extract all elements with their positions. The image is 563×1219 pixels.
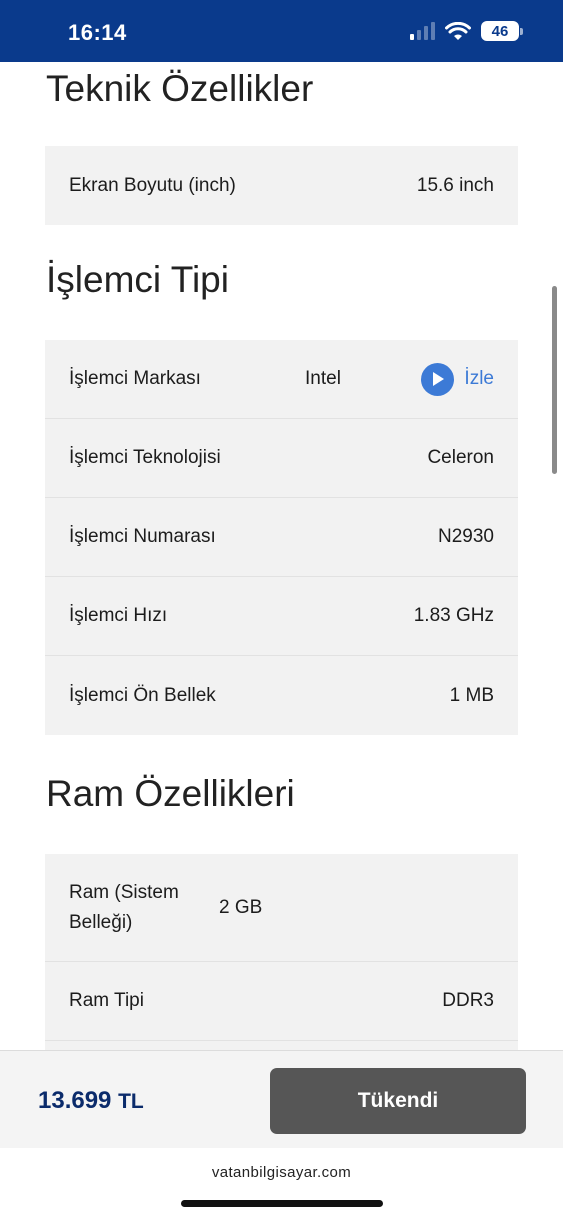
- section-title-ram: Ram Özellikleri: [46, 773, 295, 814]
- battery-icon: 46: [481, 21, 523, 41]
- spec-value: Celeron: [427, 447, 494, 468]
- wifi-icon: [445, 21, 471, 40]
- spec-value: Intel: [305, 368, 341, 389]
- spec-row: Ekran Boyutu (inch) 15.6 inch: [45, 146, 518, 225]
- status-bar: 16:14 46: [0, 0, 563, 62]
- spec-label: İşlemci Teknolojisi: [69, 447, 221, 468]
- spec-row: Ram (Sistem Belleği) 2 GB: [45, 854, 518, 962]
- spec-value: DDR3: [442, 990, 494, 1011]
- purchase-bar: 13.699 TL Tükendi: [0, 1050, 563, 1148]
- play-icon: [421, 362, 455, 396]
- spec-value: N2930: [438, 526, 494, 547]
- section-title-teknik: Teknik Özellikler: [46, 68, 314, 109]
- spec-table-teknik: Ekran Boyutu (inch) 15.6 inch: [45, 146, 518, 225]
- spec-table-islemci: İşlemci Markası Intel İzle İşlemci Tekno…: [45, 340, 518, 735]
- spec-label: İşlemci Ön Bellek: [69, 684, 216, 706]
- scrollbar[interactable]: [552, 286, 557, 474]
- section-title-islemci: İşlemci Tipi: [46, 259, 229, 300]
- spec-value: 1 MB: [449, 684, 494, 706]
- spec-row: İşlemci Ön Bellek 1 MB: [45, 656, 518, 735]
- status-icons: 46: [410, 21, 523, 41]
- status-time: 16:14: [68, 20, 127, 45]
- home-indicator[interactable]: [181, 1200, 383, 1207]
- spec-value: 1.83 GHz: [413, 605, 494, 626]
- price-amount: 13.699: [38, 1087, 112, 1114]
- cellular-signal-icon: [410, 22, 435, 40]
- out-of-stock-button[interactable]: Tükendi: [270, 1068, 526, 1134]
- spec-label: İşlemci Numarası: [69, 526, 216, 547]
- spec-row: İşlemci Teknolojisi Celeron: [45, 419, 518, 498]
- spec-label: Ram Tipi: [69, 990, 144, 1011]
- spec-value: 15.6 inch: [416, 174, 494, 196]
- spec-row: İşlemci Hızı 1.83 GHz: [45, 577, 518, 656]
- spec-label: Ekran Boyutu (inch): [69, 174, 236, 196]
- spec-value: 2 GB: [219, 896, 263, 918]
- spec-row: Ram Tipi DDR3: [45, 962, 518, 1041]
- spec-label: İşlemci Hızı: [69, 605, 168, 626]
- battery-level: 46: [481, 21, 519, 41]
- spec-row: İşlemci Markası Intel İzle: [45, 340, 518, 419]
- spec-content[interactable]: Teknik Özellikler Ekran Boyutu (inch) 15…: [0, 62, 563, 1050]
- price: 13.699 TL: [38, 1087, 144, 1115]
- price-currency: TL: [118, 1090, 144, 1113]
- browser-address-bar: vatanbilgisayar.com: [0, 1148, 563, 1219]
- watch-video-button[interactable]: İzle: [421, 362, 494, 396]
- spec-label: İşlemci Markası: [69, 368, 201, 389]
- spec-row: İşlemci Numarası N2930: [45, 498, 518, 577]
- spec-table-ram: Ram (Sistem Belleği) 2 GB Ram Tipi DDR3: [45, 854, 518, 1050]
- url-text[interactable]: vatanbilgisayar.com: [0, 1164, 563, 1181]
- watch-label: İzle: [464, 368, 494, 389]
- spec-label: Ram (Sistem Belleği): [69, 881, 179, 933]
